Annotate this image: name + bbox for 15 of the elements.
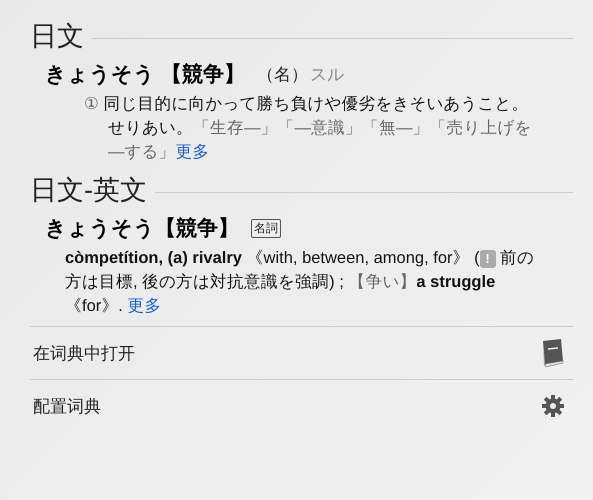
- definition-text: ① 同じ目的に向かって勝ち負けや優劣をきそいあうこと。せりあい。「生存—」「—意識」「無—」「売り上げを—する」更多: [83, 94, 532, 163]
- verb-suffix: スル: [310, 64, 344, 86]
- section-title: 日文: [30, 20, 84, 53]
- definition-text: còmpetítion, (a) rivalry 《with, between, among, for》 ( ! 前の方は目標, 後の方は対抗意識を強調) ; 【争い】a struggle 《for》. 更多: [64, 248, 536, 317]
- headword: きょうそう【競争】: [45, 216, 239, 242]
- menu-item[interactable]: 配置词典: [33, 394, 101, 418]
- part-of-speech-tag: 名詞: [251, 218, 281, 238]
- settings-icon[interactable]: [541, 394, 565, 418]
- menu-item[interactable]: 在词典中打开: [33, 342, 135, 364]
- more-link[interactable]: 更多: [176, 143, 210, 161]
- part-of-speech: （名）: [256, 64, 308, 86]
- more-link[interactable]: 更多: [127, 297, 162, 315]
- section-title: 日文-英文: [30, 174, 147, 207]
- note-icon: !: [480, 250, 496, 268]
- headword: きょうそう 【競争】: [45, 62, 245, 88]
